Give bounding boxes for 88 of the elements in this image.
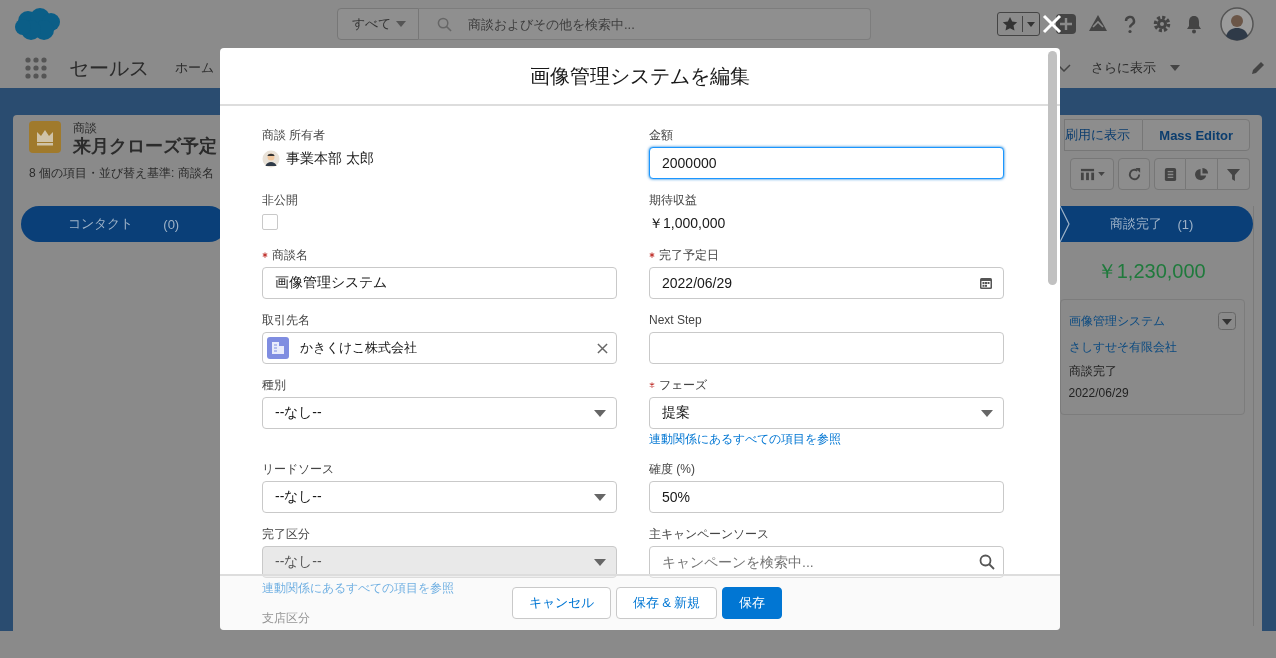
list-view-title: 来月クローズ予定: [73, 135, 217, 157]
field-label: 主キャンペーンソース: [649, 525, 769, 543]
picklist[interactable]: --なし--: [262, 481, 617, 513]
field-label: 完了予定日: [659, 246, 719, 264]
cloud-logo[interactable]: [14, 7, 62, 41]
toolbar-button[interactable]: 刷用に表示: [1064, 119, 1143, 151]
settings-icon[interactable]: [1152, 14, 1172, 34]
chevron-icon: [1059, 206, 1070, 242]
footer-button[interactable]: キャンセル: [511, 587, 611, 619]
account-link[interactable]: さしすせそ有限会社: [1068, 334, 1236, 360]
field-label: 完了区分: [262, 525, 310, 543]
field-label: フェーズ: [659, 376, 707, 394]
display-as-button[interactable]: [1070, 158, 1114, 190]
picklist[interactable]: 提案: [649, 397, 1004, 429]
table-icon: [1079, 166, 1095, 182]
date-text: 2022/06/29: [1068, 385, 1130, 402]
app-launcher-icon[interactable]: [24, 56, 48, 80]
object-label: 商談: [73, 121, 98, 135]
stage-text: 商談完了: [1068, 363, 1118, 380]
bell-icon[interactable]: [1184, 14, 1204, 34]
input-field[interactable]: 50%: [649, 481, 1004, 513]
calendar-icon[interactable]: [979, 276, 993, 290]
lookup-field[interactable]: かきくけこ株式会社: [262, 332, 617, 364]
scrollbar-thumb[interactable]: [1048, 51, 1057, 285]
search-icon[interactable]: [979, 554, 995, 570]
dependency-link[interactable]: 連動関係にあるすべての項目を参照: [649, 431, 841, 448]
refresh-button[interactable]: [1118, 158, 1150, 190]
field-label: 非公開: [262, 191, 298, 209]
refresh-icon: [1126, 166, 1142, 182]
field-label: 商談 所有者: [262, 126, 326, 144]
search-box[interactable]: 商談およびその他を検索中...: [419, 8, 871, 40]
field-label: 商談名: [272, 246, 308, 264]
clear-icon[interactable]: [597, 342, 608, 354]
filter-button[interactable]: [1218, 158, 1250, 190]
save-button[interactable]: 保存: [722, 587, 783, 619]
caret-icon: [1170, 65, 1180, 71]
close-icon[interactable]: [1042, 14, 1062, 34]
list-icon: [1162, 166, 1178, 182]
field-label: Next Step: [649, 313, 702, 327]
caret-icon: [594, 558, 606, 566]
field-label: リードソース: [262, 460, 334, 478]
caret-icon: [1097, 172, 1105, 176]
avatar-icon[interactable]: [1220, 7, 1254, 41]
field-label: 支店区分: [262, 609, 310, 627]
search-box[interactable]: キャンペーンを検索中...: [649, 546, 1004, 578]
modal-title: 画像管理システムを編集: [530, 63, 750, 89]
search-field[interactable]: キャンペーンを検索中...: [662, 548, 979, 576]
user-name[interactable]: 事業本部 太郎: [286, 150, 374, 168]
search-icon: [437, 16, 452, 32]
field-label: 取引先名: [262, 311, 310, 329]
crown-icon: [29, 121, 61, 153]
mountain-icon[interactable]: [1088, 14, 1108, 34]
column-total: ￥1,230,000: [1095, 259, 1207, 284]
list-summary: 8 個の項目・並び替え基準: 商談名: [29, 165, 215, 181]
toolbar-button[interactable]: Mass Editor: [1142, 119, 1250, 151]
checkbox[interactable]: [262, 214, 278, 230]
scope-dropdown[interactable]: すべて: [337, 8, 419, 40]
search-field[interactable]: 商談およびその他を検索中...: [468, 10, 848, 38]
nav-tab[interactable]: ホーム: [175, 59, 214, 77]
footer-button[interactable]: 保存 & 新規: [615, 587, 718, 619]
edit-icon[interactable]: [1250, 60, 1266, 76]
pie-chart-icon: [1194, 166, 1209, 182]
person-icon: [262, 150, 280, 168]
record-link[interactable]: 画像管理システム: [1068, 308, 1165, 334]
favorites-button[interactable]: [997, 12, 1040, 36]
input-field[interactable]: 画像管理システム: [262, 267, 617, 299]
caret-icon: [594, 409, 606, 417]
date-field[interactable]: 2022/06/29: [649, 267, 1004, 299]
chart-button[interactable]: [1186, 158, 1218, 190]
building-icon: [267, 337, 289, 359]
more-menu[interactable]: さらに表示: [1091, 59, 1180, 77]
field-label: 期待収益: [649, 191, 697, 209]
date-input[interactable]: 2022/06/29: [662, 269, 979, 297]
chevron-icon[interactable]: [1057, 64, 1071, 72]
caret-icon: [981, 409, 993, 417]
field-value: ￥1,000,000: [649, 214, 727, 233]
list-button[interactable]: [1154, 158, 1186, 190]
picklist[interactable]: --なし--: [262, 397, 617, 429]
field-label: 確度 (%): [649, 460, 695, 478]
input-field[interactable]: [649, 332, 1004, 364]
filter-icon: [1226, 166, 1241, 182]
input-field[interactable]: 2000000: [649, 147, 1004, 179]
field-label: 種別: [262, 376, 286, 394]
app-name: セールス: [69, 55, 149, 81]
caret-icon: [594, 493, 606, 501]
caret-icon: [396, 21, 406, 27]
field-label: 金額: [649, 126, 673, 144]
dropdown-icon[interactable]: [1218, 312, 1236, 330]
